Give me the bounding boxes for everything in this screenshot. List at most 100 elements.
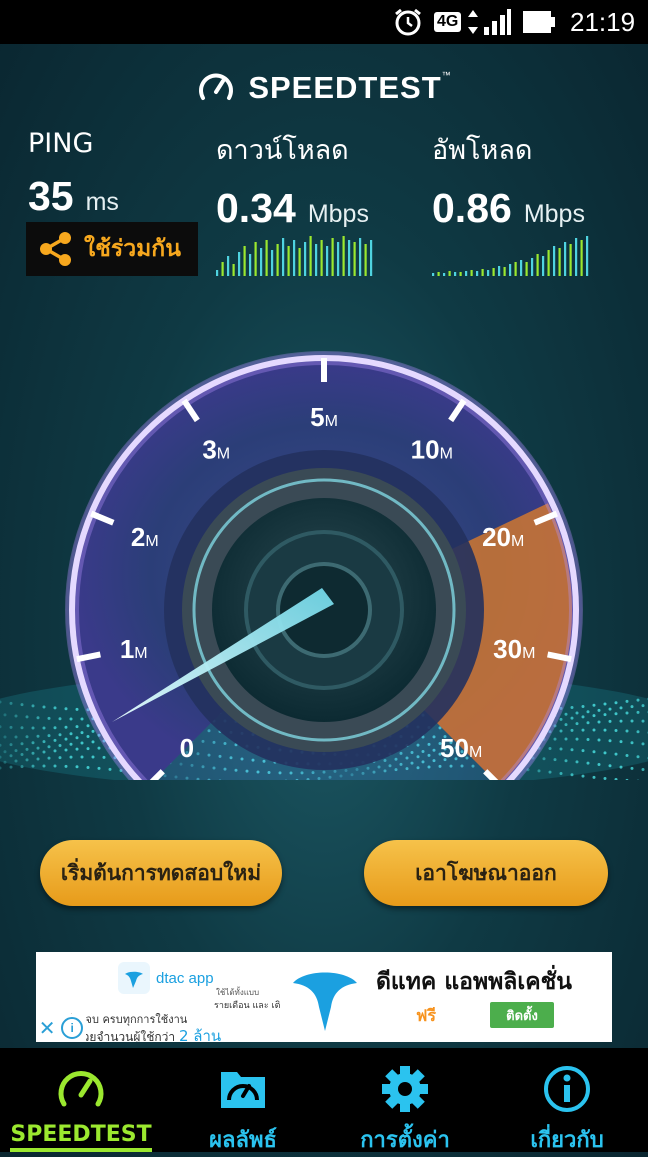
wave-dot: [604, 703, 607, 706]
dtac-logo-icon: [118, 962, 150, 994]
wave-dot: [637, 699, 640, 702]
wave-dot: [109, 768, 112, 771]
nav-speedtest-label: SPEEDTEST: [0, 1122, 162, 1147]
ad-choices[interactable]: ✕ i: [36, 1014, 86, 1042]
wave-dot: [26, 748, 29, 751]
wave-dot: [4, 735, 7, 738]
download-unit: Mbps: [308, 200, 369, 228]
wave-dot: [620, 766, 623, 769]
nav-about[interactable]: เกี่ยวกับ: [486, 1048, 648, 1152]
sparkline-bar: [542, 256, 544, 276]
nav-active-indicator: [10, 1148, 152, 1152]
nav-speedtest[interactable]: SPEEDTEST: [0, 1048, 162, 1152]
wave-dot: [582, 729, 585, 732]
wave-dot: [587, 762, 590, 765]
sparkline-bar: [288, 246, 290, 276]
share-button[interactable]: ใช้ร่วมกัน: [26, 222, 198, 276]
wave-dot: [59, 756, 62, 759]
wave-dot: [98, 747, 101, 750]
remove-ads-button[interactable]: เอาโฆษณาออก: [364, 840, 608, 906]
wave-dot: [76, 708, 79, 711]
wave-dot: [604, 777, 607, 780]
share-label: ใช้ร่วมกัน: [84, 231, 181, 267]
wave-dot: [32, 726, 35, 729]
wave-dot: [76, 748, 79, 751]
download-label: ดาวน์โหลด: [216, 128, 369, 171]
wave-dot: [560, 747, 563, 750]
sparkline-bar: [438, 272, 440, 276]
ad-close-icon[interactable]: ✕: [39, 1016, 56, 1040]
retest-button[interactable]: เริ่มต้นการทดสอบใหม่: [40, 840, 282, 906]
sparkline-bar: [227, 256, 229, 276]
wave-dot: [554, 738, 557, 741]
wave-dot: [576, 722, 579, 725]
wave-dot: [21, 753, 24, 756]
wave-dot: [65, 765, 68, 768]
wave-dot: [565, 723, 568, 726]
wave-dot: [598, 763, 601, 766]
ad-banner[interactable]: dtac app ใช้ได้ทั้งแบบ รายเดือน และ เติม…: [36, 952, 612, 1042]
wave-dot: [598, 709, 601, 712]
wave-dot: [642, 768, 645, 771]
upload-label: อัพโหลด: [432, 128, 585, 171]
wave-dot: [26, 735, 29, 738]
wave-dot: [59, 717, 62, 720]
wave-dot: [560, 729, 563, 732]
wave-dot: [32, 765, 35, 768]
wave-dot: [87, 766, 90, 769]
wave-dot: [26, 715, 29, 718]
wave-dot: [4, 750, 7, 753]
wave-dot: [54, 739, 57, 742]
sparkline-bar: [238, 252, 240, 276]
wave-dot: [626, 711, 629, 714]
wave-dot: [10, 743, 13, 746]
wave-dot: [43, 726, 46, 729]
sparkline-bar: [304, 242, 306, 276]
ad-info-icon[interactable]: i: [61, 1017, 83, 1039]
wave-dot: [81, 731, 84, 734]
ad-install-button[interactable]: ติดตั้ง: [490, 1002, 554, 1028]
wave-dot: [10, 726, 13, 729]
wave-dot: [54, 765, 57, 768]
sparkline-bar: [277, 244, 279, 276]
wave-dot: [571, 706, 574, 709]
upload-unit: Mbps: [524, 200, 585, 228]
wave-dot: [609, 739, 612, 742]
sparkline-bar: [531, 258, 533, 276]
download-value: 0.34: [216, 185, 296, 231]
wave-dot: [21, 726, 24, 729]
download-metric: ดาวน์โหลด 0.34 Mbps: [216, 128, 369, 232]
wave-dot: [571, 748, 574, 751]
gear-icon: [379, 1064, 431, 1114]
nav-settings[interactable]: การตั้งค่า: [324, 1048, 486, 1152]
wave-dot: [593, 750, 596, 753]
wave-dot: [70, 756, 73, 759]
ping-label: PING: [28, 128, 119, 159]
wave-dot: [65, 748, 68, 751]
wave-dot: [43, 750, 46, 753]
wave-dot: [54, 749, 57, 752]
wave-dot: [615, 778, 618, 780]
speedometer-icon: [55, 1064, 107, 1114]
sparkline-bar: [548, 250, 550, 276]
wave-dot: [103, 756, 106, 759]
wave-dot: [609, 720, 612, 723]
wave-dot: [560, 718, 563, 721]
wave-dot: [642, 720, 645, 723]
share-icon: [36, 229, 76, 269]
wave-dot: [642, 704, 645, 707]
wave-dot: [54, 706, 57, 709]
wave-dot: [593, 714, 596, 717]
bottom-nav: SPEEDTEST ผลลัพธ์ การตั้งค่า: [0, 1048, 648, 1152]
sparkline-bar: [515, 262, 517, 276]
wave-dot: [70, 717, 73, 720]
info-icon: [541, 1064, 593, 1114]
wave-dot: [21, 742, 24, 745]
sparkline-bar: [476, 271, 478, 276]
wave-dot: [87, 724, 90, 727]
wave-dot: [10, 702, 13, 705]
wave-dot: [598, 738, 601, 741]
sparkline-bar: [504, 267, 506, 276]
wave-dot: [81, 717, 84, 720]
nav-results[interactable]: ผลลัพธ์: [162, 1048, 324, 1152]
